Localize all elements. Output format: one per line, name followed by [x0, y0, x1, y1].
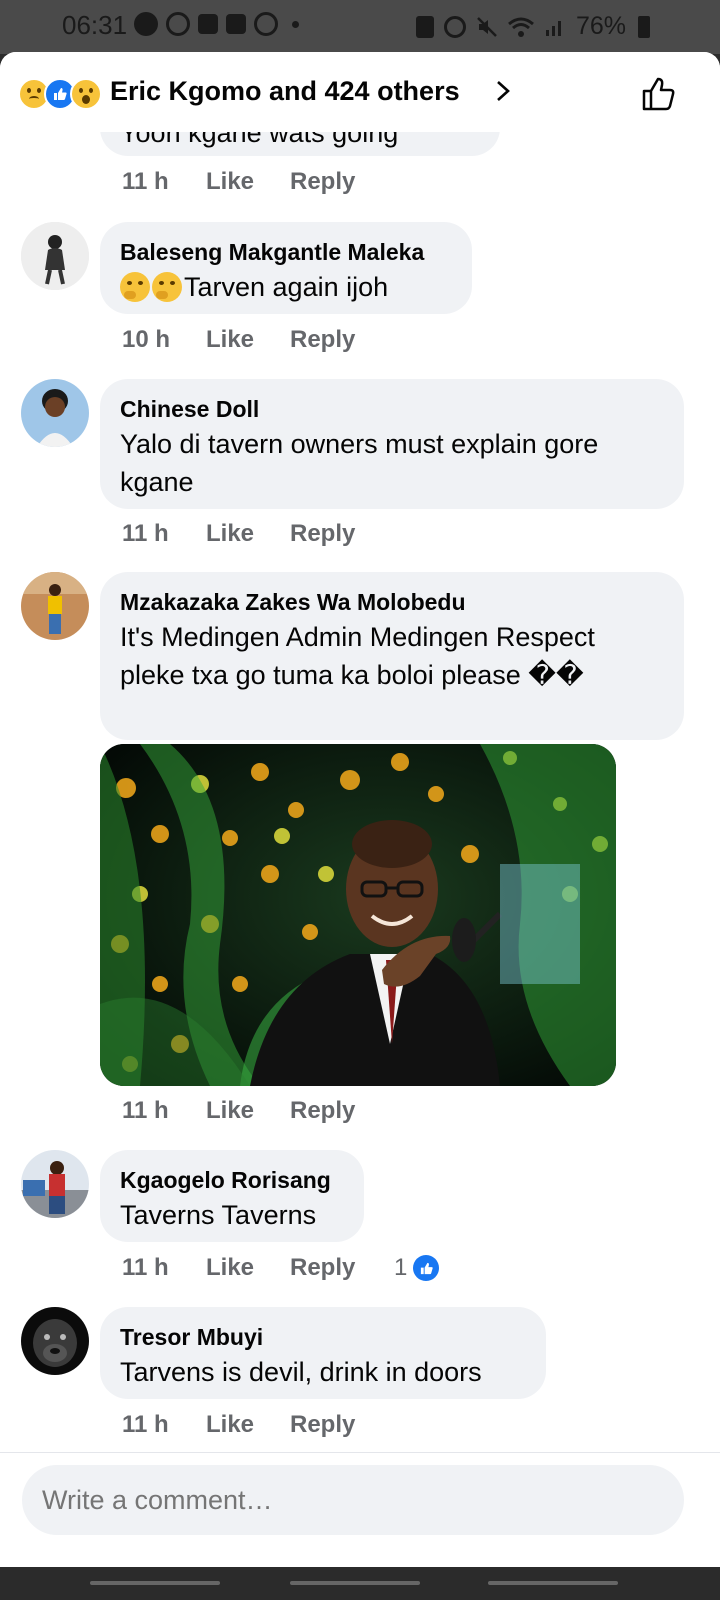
like-reaction-icon[interactable] — [413, 1255, 440, 1281]
reply-button[interactable]: Reply — [290, 1411, 394, 1439]
settings-icon — [254, 12, 278, 36]
home-button[interactable] — [290, 1581, 420, 1585]
comment-text-line: Tarven again ijoh — [120, 268, 452, 306]
comment-actions-partial: 11 h Like Reply — [122, 168, 394, 196]
like-button[interactable]: Like — [206, 168, 290, 196]
more-notifications-icon — [292, 20, 299, 28]
comment-author[interactable]: Mzakazaka Zakes Wa Molobedu — [120, 586, 664, 618]
back-button[interactable] — [488, 1581, 618, 1585]
reply-button[interactable]: Reply — [290, 168, 394, 196]
comment-actions: 11 h Like Reply — [122, 1097, 394, 1125]
weather-icon — [226, 14, 246, 34]
system-navigation-bar — [0, 1567, 720, 1600]
comment-actions: 10 h Like Reply — [122, 326, 394, 354]
status-bar: 06:31 76% — [0, 0, 720, 54]
like-button[interactable]: Like — [206, 326, 290, 354]
avatar[interactable] — [21, 379, 89, 447]
app-notification-icon — [198, 14, 218, 34]
reaction-icons — [18, 78, 102, 110]
comment-time: 11 h — [122, 1411, 169, 1438]
avatar[interactable] — [21, 572, 89, 640]
comment-text: Tarven again ijoh — [184, 272, 389, 302]
wifi-icon — [507, 17, 534, 37]
comment-text: Yalo di tavern owners must explain gore … — [120, 429, 599, 497]
avatar[interactable] — [21, 1307, 89, 1375]
battery-icon — [638, 15, 650, 38]
comment-time: 10 h — [122, 326, 171, 353]
avatar[interactable] — [21, 1150, 89, 1218]
comment-bubble[interactable]: Mzakazaka Zakes Wa Molobedu It's Medinge… — [100, 572, 684, 740]
comment-text: It's Medingen Admin Medingen Respect ple… — [120, 622, 595, 690]
sync-icon — [166, 12, 190, 36]
alarm-icon — [443, 15, 466, 38]
wow-reaction-icon — [70, 78, 102, 110]
messenger-icon — [134, 12, 158, 36]
battery-percent: 76% — [575, 12, 626, 40]
comment-time: 11 h — [122, 168, 169, 195]
comment-actions: 11 h Like Reply — [122, 520, 394, 548]
comment-author[interactable]: Kgaogelo Rorisang — [120, 1164, 344, 1196]
reply-button[interactable]: Reply — [290, 326, 394, 354]
chevron-right-icon[interactable] — [492, 80, 514, 102]
comment-author[interactable]: Tresor Mbuyi — [120, 1321, 526, 1353]
comment-bubble[interactable]: Tresor Mbuyi Tarvens is devil, drink in … — [100, 1307, 546, 1399]
comment-bubble[interactable]: Baleseng Makgantle Maleka Tarven again i… — [100, 222, 472, 314]
recent-apps-button[interactable] — [90, 1581, 220, 1585]
comment-bubble[interactable]: Chinese Doll Yalo di tavern owners must … — [100, 379, 684, 509]
comment-time: 11 h — [122, 1097, 169, 1124]
comment-time: 11 h — [122, 520, 169, 547]
system-icons: 76% — [415, 12, 650, 41]
like-button[interactable]: Like — [206, 520, 290, 548]
comment-actions: 11 h Like Reply — [122, 1411, 394, 1439]
notification-icons — [134, 12, 299, 36]
comment-photo[interactable] — [100, 744, 616, 1086]
reply-button[interactable]: Reply — [290, 1097, 394, 1125]
reactions-header[interactable]: Eric Kgomo and 424 others — [0, 52, 720, 132]
status-time: 06:31 — [62, 10, 128, 40]
comments-sheet: Yoon kgane wats going 11 h Like Reply Er… — [0, 52, 720, 1567]
reply-button[interactable]: Reply — [290, 520, 394, 548]
like-button[interactable]: Like — [206, 1254, 290, 1282]
reaction-count[interactable]: 1 — [394, 1254, 407, 1282]
mute-icon — [477, 16, 497, 37]
comment-composer-bar — [0, 1452, 720, 1568]
reply-button[interactable]: Reply — [290, 1254, 394, 1282]
comment-author[interactable]: Chinese Doll — [120, 393, 664, 425]
reactions-summary[interactable]: Eric Kgomo and 424 others — [110, 76, 460, 107]
like-button[interactable]: Like — [206, 1411, 290, 1439]
comment-text: Taverns Taverns — [120, 1200, 317, 1230]
thinking-emoji-icon — [152, 272, 182, 302]
signal-icon — [545, 20, 561, 36]
comment-bubble[interactable]: Kgaogelo Rorisang Taverns Taverns — [100, 1150, 364, 1242]
comment-actions: 11 h Like Reply 1 — [122, 1254, 440, 1282]
thumbs-up-icon[interactable] — [640, 74, 680, 114]
comment-input[interactable] — [22, 1465, 684, 1535]
thinking-emoji-icon — [120, 272, 150, 302]
comment-time: 11 h — [122, 1254, 169, 1281]
comment-author[interactable]: Baleseng Makgantle Maleka — [120, 236, 452, 268]
avatar[interactable] — [21, 222, 89, 290]
comment-text: Tarvens is devil, drink in doors — [120, 1357, 482, 1387]
lock-icon — [415, 15, 434, 38]
like-button[interactable]: Like — [206, 1097, 290, 1125]
